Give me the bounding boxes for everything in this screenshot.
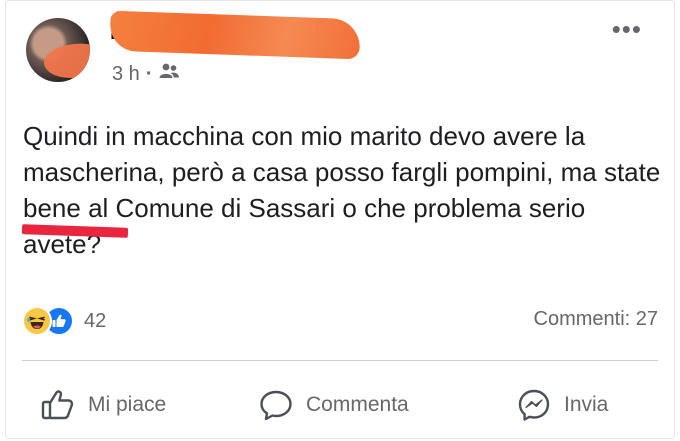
comment-bubble-icon <box>260 390 292 421</box>
reactions-summary[interactable]: 42 <box>22 306 106 336</box>
avatar-redaction <box>41 38 90 82</box>
author-name[interactable]: Fl <box>109 10 365 60</box>
avatar[interactable] <box>26 18 90 82</box>
like-button[interactable]: Mi piace <box>40 380 166 430</box>
post-text: Quindi in macchina con mio marito devo a… <box>23 121 661 259</box>
like-label: Mi piace <box>88 393 167 416</box>
comment-label: Commenta <box>306 393 409 416</box>
reaction-count: 42 <box>84 309 107 332</box>
post-time[interactable]: 3 h <box>112 63 140 86</box>
name-redaction <box>109 10 361 60</box>
send-label: Invia <box>564 393 609 416</box>
actions-divider <box>22 360 658 361</box>
haha-icon <box>22 306 52 336</box>
post-actions: Mi piace Commenta Invia <box>0 380 680 430</box>
comment-button[interactable]: Commenta <box>258 380 409 430</box>
meta-separator: · <box>145 62 153 85</box>
send-button[interactable]: Invia <box>516 380 608 430</box>
friends-icon[interactable] <box>158 62 180 86</box>
comments-count[interactable]: Commenti: 27 <box>534 308 659 331</box>
messenger-icon <box>518 389 550 421</box>
post-meta: 3 h · <box>112 62 180 86</box>
more-options-icon[interactable]: ••• <box>612 16 642 42</box>
thumbs-up-icon <box>41 390 74 420</box>
